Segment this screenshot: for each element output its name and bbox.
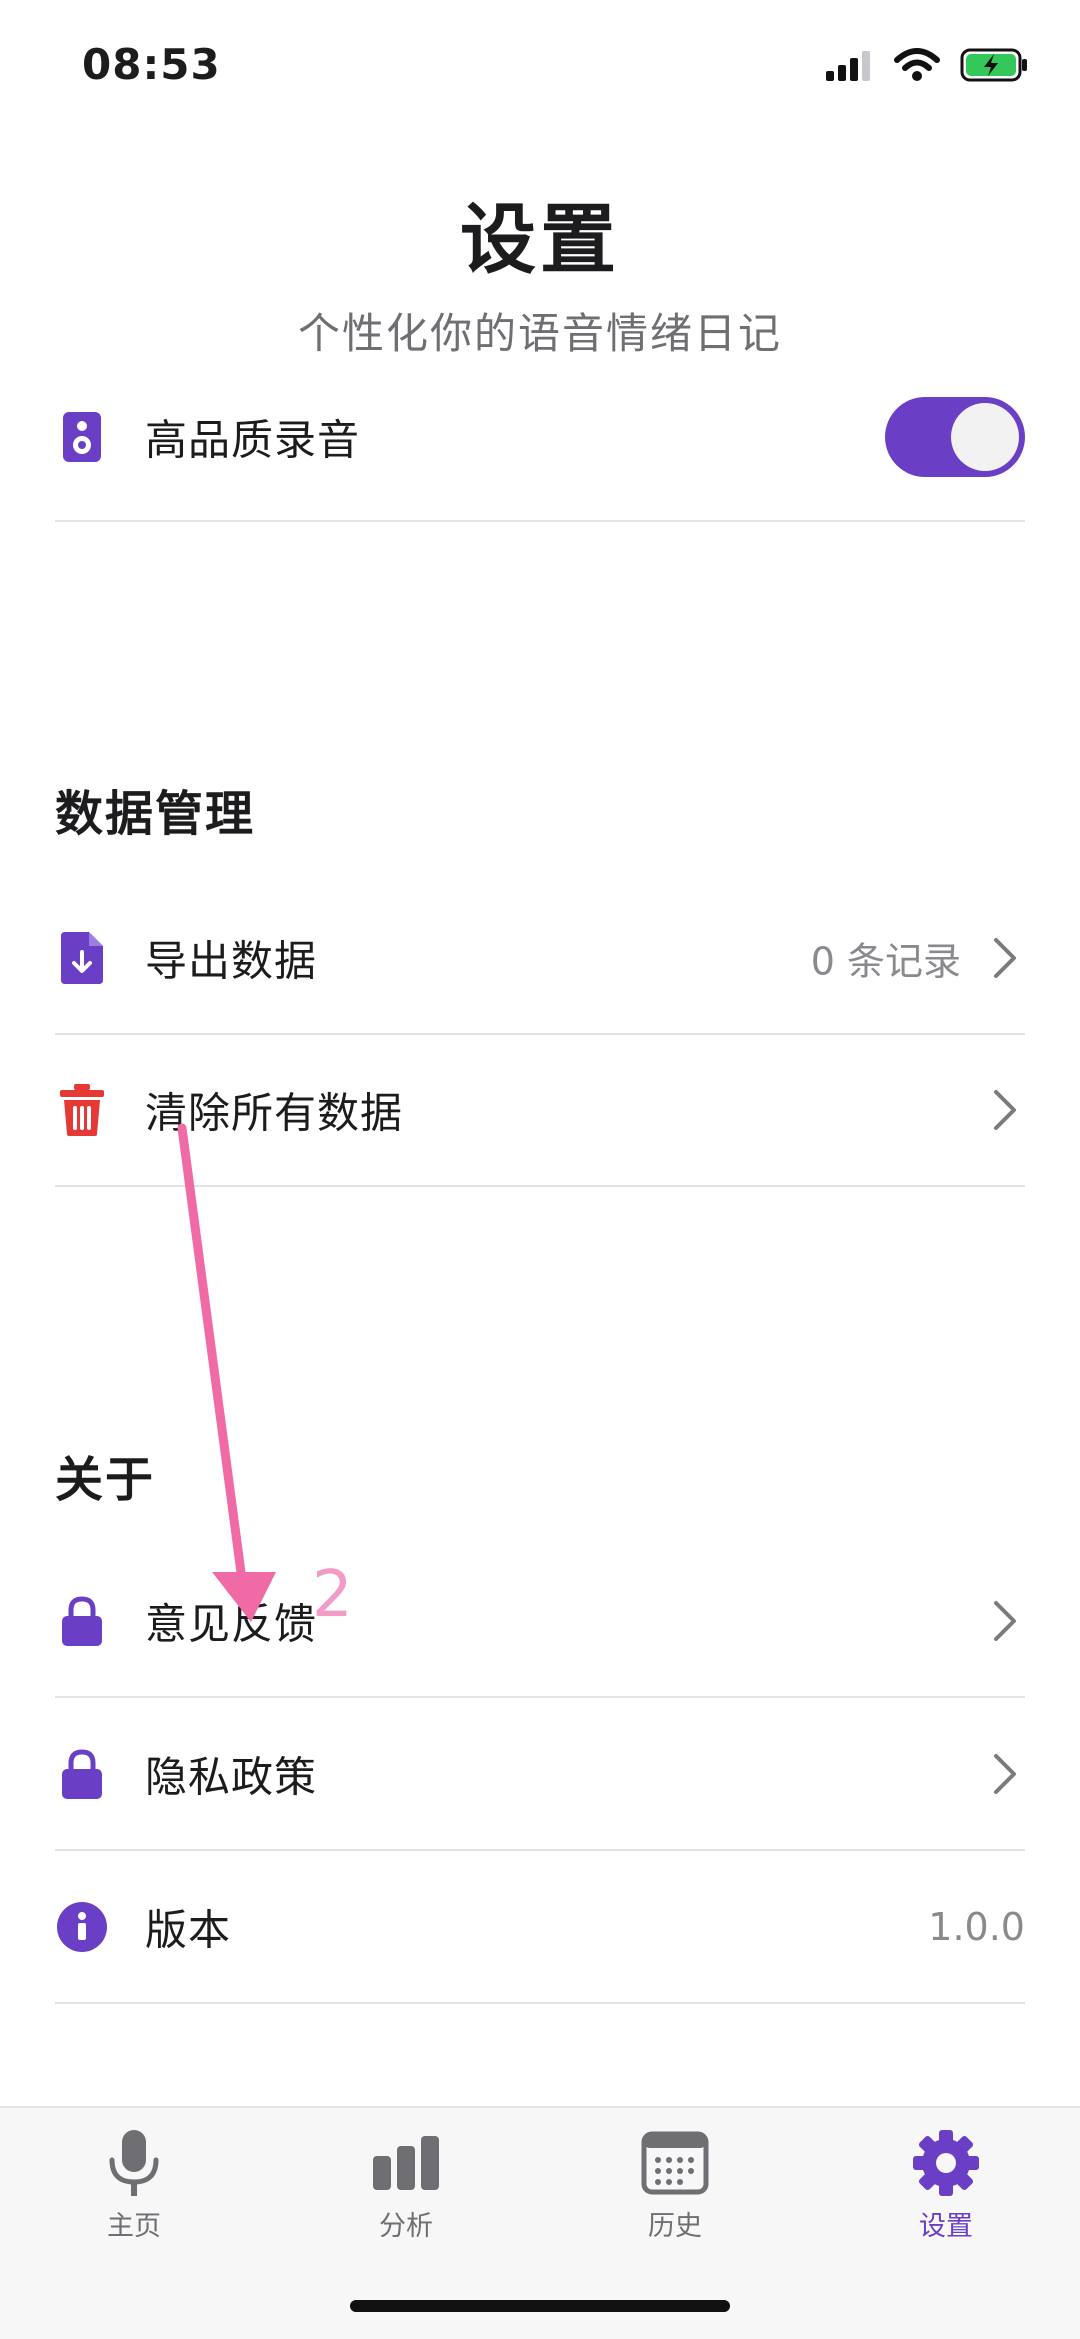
tab-settings[interactable]: 设置: [856, 2128, 1036, 2243]
tab-home-label: 主页: [107, 2211, 161, 2242]
speaker-icon: [55, 410, 109, 464]
status-time: 08:53: [82, 40, 221, 89]
microphone-icon: [109, 2130, 159, 2196]
chevron-right-icon: [994, 1753, 1016, 1794]
privacy-policy-label: 隐私政策: [145, 1752, 318, 1801]
page-title: 设置: [460, 195, 620, 284]
chevron-right-icon: [994, 1601, 1016, 1641]
settings-row-feedback[interactable]: 意见反馈: [55, 1546, 1025, 1698]
tab-history-label: 历史: [648, 2211, 702, 2242]
export-data-label: 导出数据: [145, 936, 318, 986]
section-header-about: 关于: [55, 1452, 156, 1508]
settings-row-export-data[interactable]: 导出数据 0 条记录: [55, 883, 1025, 1035]
gear-icon: [913, 2130, 979, 2196]
annotation-step-number: 2: [312, 1558, 353, 1632]
high-quality-recording-toggle[interactable]: [885, 397, 1025, 477]
wifi-icon: [894, 48, 940, 81]
version-label: 版本: [145, 1905, 232, 1954]
cellular-signal-icon: [826, 51, 870, 81]
settings-row-high-quality-recording: 高品质录音: [55, 372, 1025, 522]
tab-analysis-label: 分析: [379, 2211, 433, 2242]
high-quality-recording-label: 高品质录音: [145, 415, 361, 465]
settings-row-clear-all-data[interactable]: 清除所有数据: [55, 1035, 1025, 1187]
tab-analysis[interactable]: 分析: [316, 2128, 496, 2243]
bar-chart-icon: [373, 2136, 439, 2190]
battery-charging-icon: [960, 48, 1027, 82]
settings-row-privacy-policy[interactable]: 隐私政策: [55, 1698, 1025, 1851]
tab-settings-label: 设置: [919, 2211, 973, 2242]
status-icons: [826, 48, 1030, 82]
toggle-knob: [951, 403, 1019, 471]
tab-home[interactable]: 主页: [44, 2128, 224, 2243]
feedback-label: 意见反馈: [145, 1599, 318, 1649]
lock-icon: [55, 1747, 109, 1801]
tab-history[interactable]: 历史: [585, 2128, 765, 2243]
section-header-data-management: 数据管理: [55, 786, 256, 842]
chevron-right-icon: [994, 1090, 1016, 1130]
clear-all-data-label: 清除所有数据: [145, 1088, 404, 1138]
home-indicator: [350, 2300, 730, 2312]
info-icon: [55, 1900, 109, 1954]
file-download-icon: [55, 931, 109, 985]
version-value: 1.0.0: [928, 1904, 1025, 1949]
export-data-count: 0 条记录: [810, 939, 961, 984]
settings-row-version: 版本 1.0.0: [55, 1851, 1025, 2004]
calendar-icon: [641, 2131, 709, 2195]
lock-icon: [55, 1594, 109, 1648]
chevron-right-icon: [994, 938, 1016, 978]
page-subtitle: 个性化你的语音情绪日记: [297, 309, 782, 358]
status-bar: 08:53: [0, 0, 1080, 130]
trash-icon: [55, 1083, 109, 1137]
